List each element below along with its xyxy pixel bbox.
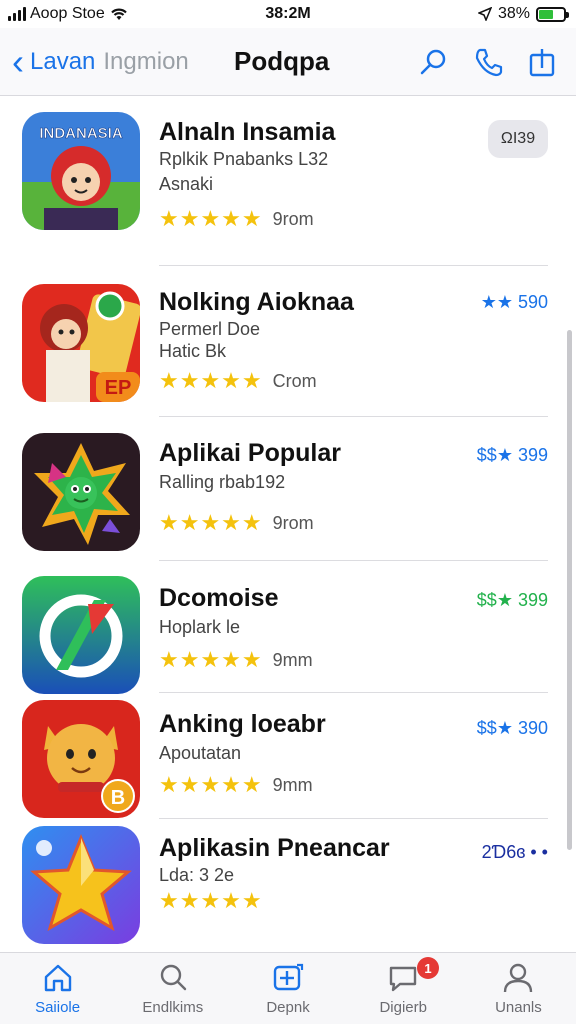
nav-actions: [418, 46, 558, 78]
list-item[interactable]: Aplikasin Pneancar Lda: 3 2e ★★★★★ 2Ɗ6ɞ …: [0, 826, 576, 948]
price-label[interactable]: ★★ 590: [481, 292, 548, 313]
list-item[interactable]: Dcomoise Hoplark le ★★★★★ 9mm $$★ 399: [0, 576, 576, 696]
app-subtitle: Lda: 3 2e: [159, 865, 235, 885]
app-icon-star: [22, 826, 140, 944]
carrier-label: Aoop Stoe: [30, 5, 105, 22]
tab-label: Depnk: [266, 999, 310, 1016]
add-icon: [273, 963, 304, 991]
phone-icon[interactable]: [472, 46, 504, 78]
app-name: Dcomoise: [159, 584, 279, 612]
back-sub-label: Ingmion: [103, 47, 189, 75]
rating-count: Crom: [272, 370, 317, 391]
back-label: Lavan: [30, 47, 96, 75]
home-icon: [44, 964, 71, 992]
app-name: Nolking Aioknaa: [159, 288, 354, 316]
price-label[interactable]: $$★ 390: [477, 718, 548, 739]
app-subtitle: Hoplark le: [159, 617, 241, 637]
app-subtitle: Ralling rbab192: [159, 472, 286, 492]
divider: [159, 560, 548, 561]
app-icon-mascot: INDANASIA: [22, 112, 140, 230]
search-icon[interactable]: [418, 46, 450, 78]
app-subtitle-2: Asnaki: [159, 174, 214, 194]
signal-icon: [8, 7, 26, 21]
tab-bar: Saiiole Endlkims Depnk 1 Digierb Unanls: [0, 952, 576, 1024]
tab-profile[interactable]: Unanls: [461, 953, 576, 1024]
rating-count: 9mm: [272, 774, 313, 795]
app-icon-logo: [22, 576, 140, 694]
divider: [159, 416, 548, 417]
star-rating-icon: ★★★★★: [159, 368, 263, 393]
back-button[interactable]: ‹ Lavan Ingmion: [12, 40, 189, 82]
divider: [159, 818, 548, 819]
app-icon-text: B: [111, 787, 125, 809]
price-label[interactable]: $$★ 399: [477, 590, 548, 611]
tab-label: Digierb: [379, 999, 427, 1016]
app-icon-cat: B: [22, 700, 140, 818]
search-icon: [160, 964, 186, 991]
app-subtitle: Permerl Doe: [159, 319, 261, 339]
chevron-left-icon: ‹: [12, 40, 24, 82]
app-rating: ★★★★★ 9rom: [159, 206, 314, 232]
status-left: Aoop Stoe: [8, 5, 129, 23]
price-label[interactable]: 2Ɗ6ɞ • •: [482, 842, 548, 863]
star-rating-icon: ★★★★★: [159, 206, 263, 231]
divider: [159, 692, 548, 693]
star-rating-icon: ★★★★★: [159, 647, 263, 672]
tab-label: Unanls: [495, 999, 542, 1016]
list-item[interactable]: B Anking loeabr Apoutatan ★★★★★ 9mm $$★ …: [0, 700, 576, 820]
tab-label: Endlkims: [142, 999, 204, 1016]
status-right: 38%: [477, 5, 569, 23]
app-icon-text: INDANASIA: [39, 125, 123, 142]
list-item[interactable]: EP Nolking Aioknaa Permerl Doe Ηatic Bk …: [0, 284, 576, 414]
location-icon: [477, 7, 492, 21]
scrollbar[interactable]: [567, 330, 572, 850]
rating-count: 9rom: [272, 208, 314, 229]
price-label[interactable]: $$★ 399: [477, 445, 548, 466]
list-item[interactable]: INDANASIA Alnaln Insamia Rplkik Pnabanks…: [0, 112, 576, 262]
wifi-icon: [110, 8, 127, 20]
chat-icon: [390, 966, 417, 992]
app-list: INDANASIA Alnaln Insamia Rplkik Pnabanks…: [0, 98, 576, 950]
tab-add[interactable]: Depnk: [230, 953, 345, 1024]
battery-icon: [536, 6, 569, 22]
app-subtitle: Apoutatan: [159, 743, 242, 763]
page-title: Podqpa: [234, 46, 330, 76]
app-icon-text: EP: [105, 377, 132, 399]
tab-messages[interactable]: 1 Digierb: [346, 953, 461, 1024]
app-subtitle: Rplkik Pnabanks L32: [159, 149, 329, 169]
app-subtitle-2: Ηatic Bk: [159, 341, 227, 361]
app-name: Aplikasin Pneancar: [159, 834, 390, 862]
star-rating-icon: ★★★★★: [159, 510, 263, 535]
status-bar: Aoop Stoe 38:2M 38%: [0, 0, 576, 28]
get-button[interactable]: ΩΙ39: [488, 120, 548, 158]
clock: 38:2M: [265, 5, 311, 22]
tab-label: Saiiole: [35, 999, 81, 1016]
rating-count: 9rom: [272, 512, 314, 533]
star-rating-icon: ★★★★★: [159, 772, 263, 797]
tab-search[interactable]: Endlkims: [115, 953, 230, 1024]
share-icon[interactable]: [526, 46, 558, 78]
profile-icon: [504, 963, 533, 993]
app-rating: ★★★★★ Crom: [159, 368, 317, 394]
app-rating: ★★★★★: [159, 888, 263, 914]
rating-count: 9mm: [272, 649, 313, 670]
app-icon-star-creature: [22, 433, 140, 551]
tab-home[interactable]: Saiiole: [0, 953, 115, 1024]
app-icon-character: EP: [22, 284, 140, 402]
star-rating-icon: ★★★★★: [159, 888, 263, 913]
list-item[interactable]: Aplikai Popular Ralling rbab192 ★★★★★ 9r…: [0, 433, 576, 553]
app-rating: ★★★★★ 9mm: [159, 647, 313, 673]
app-rating: ★★★★★ 9rom: [159, 510, 314, 536]
app-name: Alnaln Insamia: [159, 118, 336, 146]
nav-bar: ‹ Lavan Ingmion Podqpa: [0, 28, 576, 96]
divider: [159, 265, 548, 266]
battery-percent: 38%: [497, 5, 530, 22]
notification-badge: 1: [417, 957, 440, 979]
app-name: Anking loeabr: [159, 710, 326, 738]
app-name: Aplikai Popular: [159, 439, 341, 467]
app-rating: ★★★★★ 9mm: [159, 772, 313, 798]
